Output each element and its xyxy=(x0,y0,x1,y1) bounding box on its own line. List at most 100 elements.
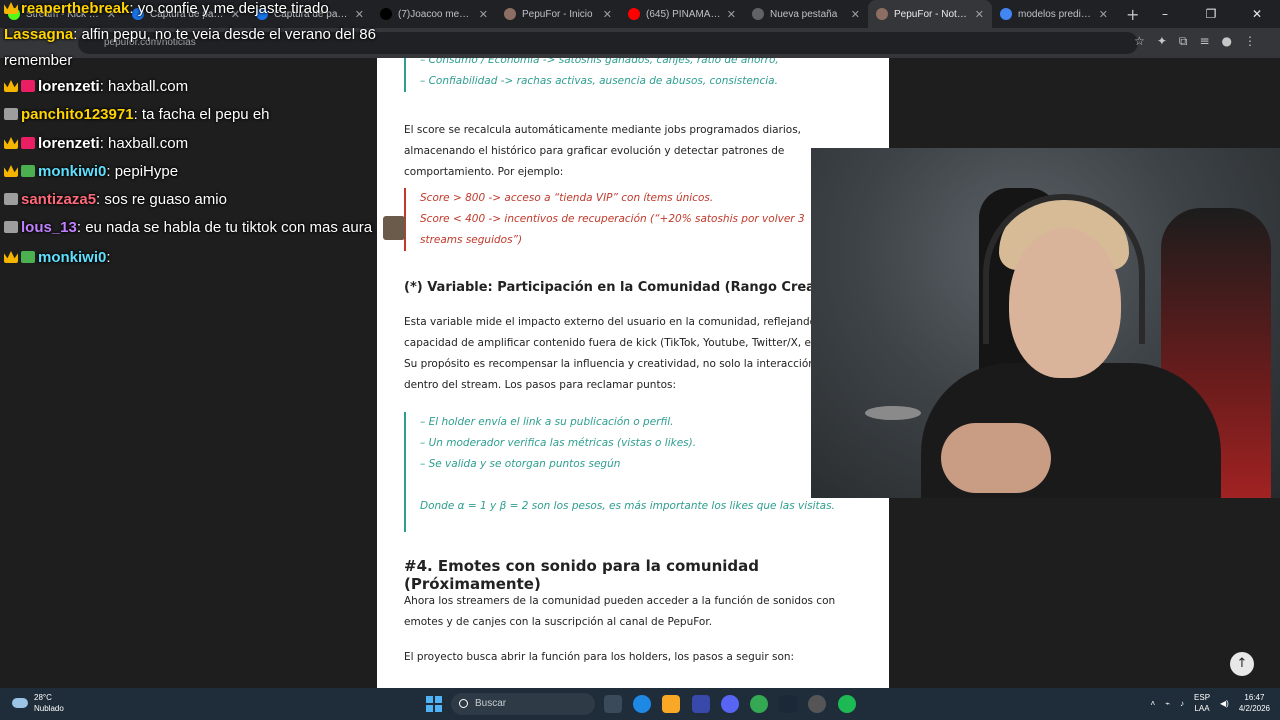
k-badge-icon xyxy=(21,80,35,92)
chat-message: panchito123971: ta facha el pepu eh xyxy=(4,106,270,123)
browser-tab[interactable]: modelos predictivos ✕ xyxy=(992,0,1116,28)
weather-widget[interactable]: 28°C Nublado xyxy=(12,692,64,714)
puzzle-icon[interactable]: ⧉ xyxy=(1179,34,1188,49)
volume-icon[interactable]: ◀) xyxy=(1220,699,1229,708)
tab-label: modelos predictivos xyxy=(1018,8,1093,20)
chat-username[interactable]: lous_13 xyxy=(21,219,77,236)
tab-label: (645) PINAMAR la ca xyxy=(646,8,721,20)
quote-score-thresholds: Score > 800 -> acceso a “tienda VIP” con… xyxy=(404,188,844,251)
chat-message: lous_13: eu nada se habla de tu tiktok c… xyxy=(4,219,372,236)
browser-tab[interactable]: Nueva pestaña ✕ xyxy=(744,0,868,28)
headset-shape xyxy=(983,194,1145,344)
kebab-menu-icon[interactable]: ⋮ xyxy=(1244,34,1256,49)
chat-username[interactable]: lorenzeti xyxy=(38,78,100,95)
tab-label: PepuFor - Inicio xyxy=(522,8,593,20)
toolbar-icons: ☆ ✦ ⧉ ≡ ● ⋮ xyxy=(1134,34,1256,49)
browser-tab[interactable]: PepuFor - Inicio ✕ xyxy=(496,0,620,28)
chat-text: : eu nada se habla de tu tiktok con mas … xyxy=(76,219,373,236)
arrow-up-icon: ↑ xyxy=(1236,656,1248,671)
tab-close-icon[interactable]: ✕ xyxy=(355,8,364,21)
screen: Stream - Kick Dashbo✕Captura de pantalla… xyxy=(0,0,1280,720)
bookmark-star-icon[interactable]: ☆ xyxy=(1134,34,1145,49)
quote-line: Score < 400 -> incentivos de recuperació… xyxy=(420,213,805,246)
browser-tab[interactable]: (7)Joacoo mendez (@ ✕ xyxy=(372,0,496,28)
edge-icon[interactable] xyxy=(633,695,651,713)
taskbar-search[interactable]: Buscar xyxy=(451,693,595,715)
discord-icon[interactable] xyxy=(721,695,739,713)
chat-username[interactable]: panchito123971 xyxy=(21,106,134,123)
chat-username[interactable]: monkiwi0 xyxy=(38,249,106,266)
clock-time: 16:47 xyxy=(1244,693,1265,702)
webcam-overlay xyxy=(811,148,1280,498)
restore-icon[interactable]: ❐ xyxy=(1188,0,1234,28)
clock[interactable]: 16:47 4/2/2026 xyxy=(1239,692,1270,714)
favicon-icon xyxy=(1000,8,1012,20)
chat-message: monkiwi0: xyxy=(4,249,111,266)
profile-avatar-icon[interactable]: ● xyxy=(1222,34,1232,49)
quote-line: – Un moderador verifica las métricas (vi… xyxy=(420,437,697,449)
chat-text: remember xyxy=(4,52,73,69)
crown-badge-icon xyxy=(4,137,18,149)
chat-message: Lassagna: alfin pepu, no te veia desde e… xyxy=(4,26,376,43)
quote-line: – Confiabilidad -> rachas activas, ausen… xyxy=(420,75,778,87)
windows-taskbar: 28°C Nublado Buscar ˄ ⌁ ♪ ESP LAA ◀) 16:… xyxy=(0,688,1280,720)
favicon-icon xyxy=(380,8,392,20)
network-icon[interactable]: ⌁ xyxy=(1165,699,1170,708)
person-hand xyxy=(941,423,1051,493)
browser-tab[interactable]: (645) PINAMAR la ca ✕ xyxy=(620,0,744,28)
spotify-icon[interactable] xyxy=(838,695,856,713)
tab-close-icon[interactable]: ✕ xyxy=(727,8,736,21)
quote-score-factors: – Consumo / Economía -> satoshis ganados… xyxy=(404,58,864,92)
tab-close-icon[interactable]: ✕ xyxy=(603,8,612,21)
quote-line: – Se valida y se otorgan puntos según xyxy=(420,458,621,470)
paragraph-project: El proyecto busca abrir la función para … xyxy=(404,651,795,663)
tab-close-icon[interactable]: ✕ xyxy=(1099,8,1108,21)
heading-participation: (*) Variable: Participación en la Comuni… xyxy=(404,280,846,295)
tab-label: (7)Joacoo mendez (@ xyxy=(398,8,473,20)
paragraph-emotes: Ahora los streamers de la comunidad pued… xyxy=(404,595,836,628)
paragraph-purpose: Su propósito es recompensar la influenci… xyxy=(404,358,855,391)
tab-close-icon[interactable]: ✕ xyxy=(851,8,860,21)
windows-start-icon[interactable] xyxy=(426,696,442,712)
circle-badge-icon xyxy=(4,108,18,120)
system-tray: ˄ ⌁ ♪ ESP LAA ◀) 16:47 4/2/2026 xyxy=(1151,692,1270,714)
minimize-icon[interactable]: – xyxy=(1142,0,1188,28)
circle-badge-icon xyxy=(4,193,18,205)
quote-line: – El holder envía el link a su publicaci… xyxy=(420,416,674,428)
store-icon[interactable] xyxy=(692,695,710,713)
obs-icon[interactable] xyxy=(808,695,826,713)
chat-text: : pepiHype xyxy=(106,163,179,180)
window-controls: – ❐ ✕ xyxy=(1142,0,1280,28)
chat-username[interactable]: santizaza5 xyxy=(21,191,96,208)
extension-icon[interactable]: ✦ xyxy=(1157,34,1167,49)
chat-username[interactable]: lorenzeti xyxy=(38,135,100,152)
chat-username[interactable]: Lassagna xyxy=(4,26,73,43)
microphone-icon[interactable]: ♪ xyxy=(1180,699,1184,708)
tab-close-icon[interactable]: ✕ xyxy=(479,8,488,21)
chat-message: monkiwi0: pepiHype xyxy=(4,163,178,180)
chat-message: santizaza5: sos re guaso amio xyxy=(4,191,227,208)
browser-tab[interactable]: PepuFor - Noticias de ✕ xyxy=(868,0,992,28)
tab-label: PepuFor - Noticias de xyxy=(894,8,969,20)
favicon-icon xyxy=(504,8,516,20)
reading-list-icon[interactable]: ≡ xyxy=(1199,34,1209,49)
chevron-up-icon[interactable]: ˄ xyxy=(1151,699,1156,708)
file-explorer-icon[interactable] xyxy=(662,695,680,713)
frog-badge-icon xyxy=(21,165,35,177)
task-view-icon[interactable] xyxy=(604,695,622,713)
chat-text: : haxball.com xyxy=(99,135,189,152)
tab-close-icon[interactable]: ✕ xyxy=(975,8,984,21)
chrome-icon[interactable] xyxy=(750,695,768,713)
crown-badge-icon xyxy=(4,165,18,177)
language-indicator[interactable]: ESP LAA xyxy=(1194,692,1210,714)
chat-username[interactable]: monkiwi0 xyxy=(38,163,106,180)
steam-icon[interactable] xyxy=(779,695,797,713)
lang-code: ESP xyxy=(1194,693,1211,702)
scroll-to-top-button[interactable]: ↑ xyxy=(1230,652,1254,676)
close-window-icon[interactable]: ✕ xyxy=(1234,0,1280,28)
chat-message: lorenzeti: haxball.com xyxy=(4,78,188,95)
chat-username[interactable]: reaperthebreak xyxy=(21,0,129,17)
paragraph-score-recalc: El score se recalcula automáticamente me… xyxy=(404,124,802,178)
plate-shape xyxy=(865,406,921,420)
search-icon xyxy=(459,699,468,708)
